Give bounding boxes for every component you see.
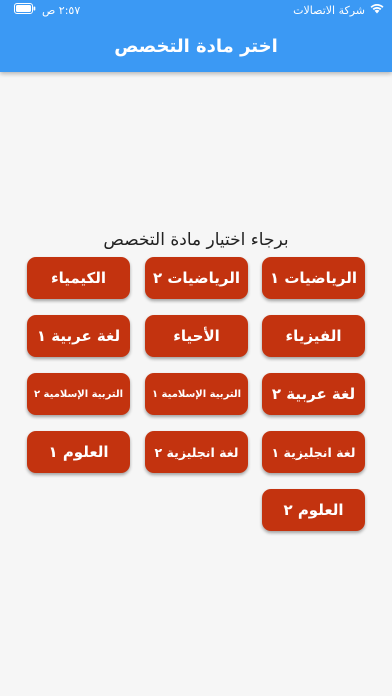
battery-icon <box>14 3 36 17</box>
subject-button-islamic-2[interactable]: التربية الإسلامية ٢ <box>27 373 130 415</box>
subject-button-islamic-1[interactable]: التربية الإسلامية ١ <box>145 373 248 415</box>
wifi-icon <box>370 3 384 17</box>
subject-button-physics[interactable]: الفيزياء <box>262 315 365 357</box>
subject-button-science-2[interactable]: العلوم ٢ <box>262 489 365 531</box>
subject-button-arabic-2[interactable]: لغة عربية ٢ <box>262 373 365 415</box>
subject-button-math-2[interactable]: الرياضيات ٢ <box>145 257 248 299</box>
status-right: شركة الاتصالات <box>293 3 384 17</box>
status-bar: ٢:٥٧ ص شركة الاتصالات <box>0 0 392 22</box>
subject-button-english-2[interactable]: لغة انجليزية ٢ <box>145 431 248 473</box>
subject-button-chemistry[interactable]: الكيمياء <box>27 257 130 299</box>
subject-button-science-1[interactable]: العلوم ١ <box>27 431 130 473</box>
page-title: اختر مادة التخصص <box>114 36 278 57</box>
subject-button-arabic-1[interactable]: لغة عربية ١ <box>27 315 130 357</box>
carrier-name: شركة الاتصالات <box>293 3 365 17</box>
subjects-grid: الرياضيات ١ الرياضيات ٢ الكيمياء الفيزيا… <box>0 257 392 547</box>
subject-button-english-1[interactable]: لغة انجليزية ١ <box>262 431 365 473</box>
instruction-text: برجاء اختيار مادة التخصص <box>103 230 289 250</box>
status-time: ٢:٥٧ ص <box>42 3 81 17</box>
status-left: ٢:٥٧ ص <box>14 3 80 17</box>
app-header: ٢:٥٧ ص شركة الاتصالات اختر مادة التخصص <box>0 0 392 72</box>
subject-button-biology[interactable]: الأحياء <box>145 315 248 357</box>
screen: ٢:٥٧ ص شركة الاتصالات اختر مادة التخصص ب… <box>0 0 392 696</box>
subject-button-math-1[interactable]: الرياضيات ١ <box>262 257 365 299</box>
